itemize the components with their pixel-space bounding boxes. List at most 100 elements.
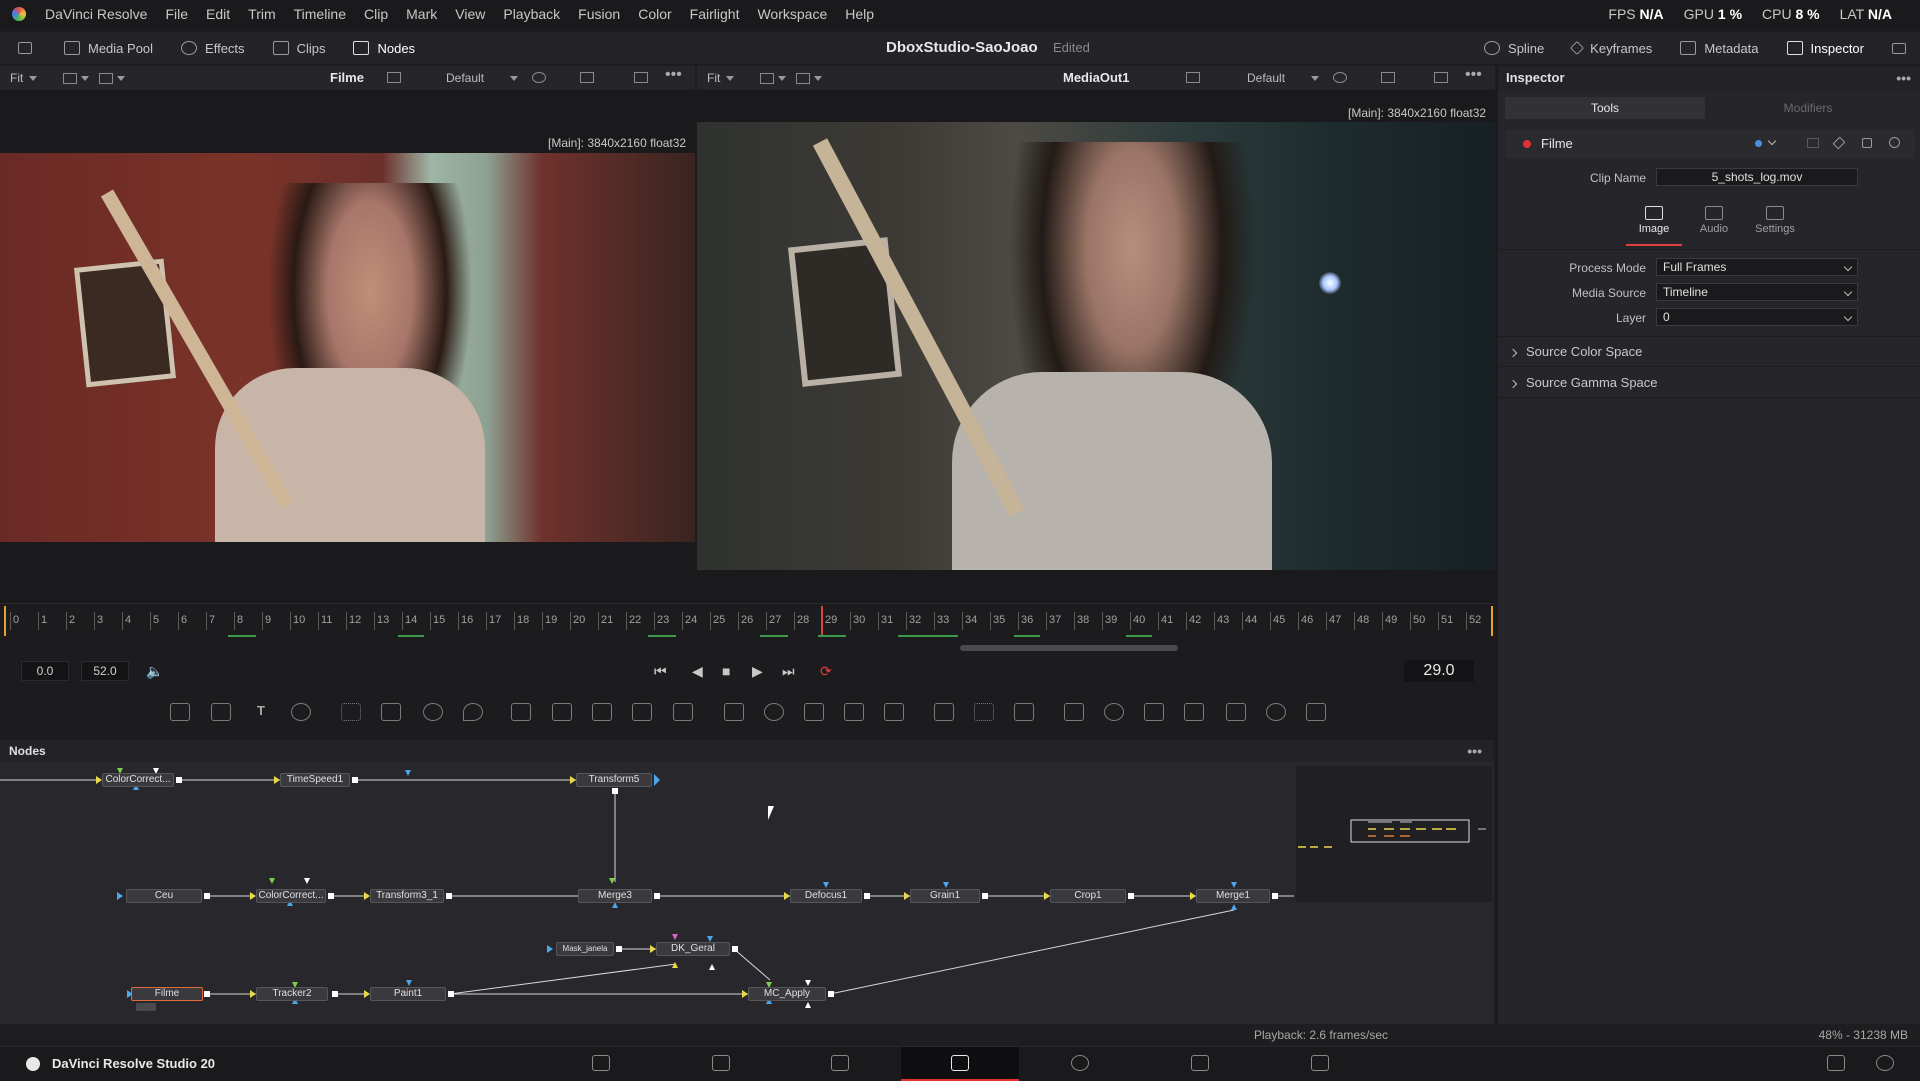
lock-icon[interactable]: [1862, 138, 1872, 148]
render-end-field[interactable]: 52.0: [81, 661, 129, 681]
home-icon[interactable]: [1827, 1055, 1845, 1071]
paint-tool-icon[interactable]: [291, 703, 311, 721]
more-options-icon[interactable]: •••: [1896, 66, 1911, 90]
clip-name-field[interactable]: 5_shots_log.mov: [1656, 168, 1858, 186]
node-tracker2[interactable]: Tracker2: [256, 987, 328, 1001]
node-merge3[interactable]: Merge3: [578, 889, 652, 903]
particles-tool-icon[interactable]: [341, 703, 361, 721]
timeline-ruler[interactable]: 0 1 2 3 4 5 6 7 8 9 10 11 12 13 14 15 16 17 18 19 20 21 22 23 24…: [0, 603, 1494, 639]
inspector-button[interactable]: Inspector: [1773, 32, 1878, 64]
source-color-space-section[interactable]: Source Color Space: [1508, 344, 1642, 359]
tracker-tool-icon[interactable]: [934, 703, 954, 721]
chevron-down-icon[interactable]: [1767, 136, 1777, 146]
roi-icon[interactable]: [1186, 72, 1200, 83]
media-pool-button[interactable]: Media Pool: [50, 32, 167, 64]
layout-toggle-button[interactable]: [0, 32, 50, 64]
safe-frame-icon[interactable]: [634, 72, 648, 83]
view-options-icon[interactable]: [99, 72, 114, 84]
keyframes-button[interactable]: Keyframes: [1558, 32, 1666, 64]
ellipse-mask-icon[interactable]: [764, 703, 784, 721]
settings-gear-icon[interactable]: [1876, 1055, 1894, 1071]
menu-file[interactable]: File: [156, 6, 197, 22]
text3d-tool-icon[interactable]: [1144, 703, 1164, 721]
edit-page-icon[interactable]: [831, 1055, 849, 1071]
image-plane-tool-icon[interactable]: [211, 703, 231, 721]
node-editor[interactable]: ColorCorrect... TimeSpeed1 Transform5 Ce…: [0, 762, 1494, 1024]
menu-color[interactable]: Color: [629, 6, 680, 22]
node-mc-apply[interactable]: MC_Apply: [748, 987, 826, 1001]
menu-workspace[interactable]: Workspace: [748, 6, 836, 22]
color-tool-icon[interactable]: [463, 703, 483, 721]
globe-icon[interactable]: [532, 72, 546, 83]
metadata-button[interactable]: Metadata: [1666, 32, 1772, 64]
more-options-icon[interactable]: •••: [1465, 66, 1482, 84]
left-zoom-select[interactable]: Fit: [0, 71, 47, 85]
effects-button[interactable]: Effects: [167, 32, 259, 64]
right-viewer[interactable]: [Main]: 3840x2160 float32: [697, 90, 1495, 603]
clips-button[interactable]: Clips: [259, 32, 340, 64]
tab-tools[interactable]: Tools: [1505, 97, 1705, 119]
camera3d-tool-icon[interactable]: [1184, 703, 1204, 721]
channel-icon[interactable]: [760, 72, 775, 84]
node-timespeed1[interactable]: TimeSpeed1: [280, 773, 350, 787]
go-to-end-icon[interactable]: ⏭: [782, 663, 795, 680]
nodes-button[interactable]: Nodes: [339, 32, 429, 64]
left-viewer[interactable]: [Main]: 3840x2160 float32: [0, 90, 695, 603]
transform-tool-icon[interactable]: [673, 703, 693, 721]
bspline-mask-icon[interactable]: [844, 703, 864, 721]
node-colorcorrect-top[interactable]: ColorCorrect...: [102, 773, 174, 787]
left-lut-select[interactable]: Default: [446, 71, 519, 85]
gradient-tool-icon[interactable]: [381, 703, 401, 721]
fog3d-tool-icon[interactable]: [1306, 703, 1326, 721]
loop-icon[interactable]: ⟳: [820, 663, 832, 680]
right-lut-select[interactable]: Default: [1247, 71, 1320, 85]
current-frame-field[interactable]: 29.0: [1404, 660, 1474, 682]
play-icon[interactable]: ▶: [752, 663, 763, 680]
node-color-dot[interactable]: [1523, 140, 1531, 148]
timeline-scrollbar[interactable]: [960, 645, 1178, 651]
channel-icon[interactable]: [63, 72, 78, 84]
more-options-icon[interactable]: •••: [1467, 740, 1482, 762]
menu-playback[interactable]: Playback: [494, 6, 569, 22]
stop-icon[interactable]: ■: [722, 663, 730, 679]
node-ceu[interactable]: Ceu: [126, 889, 202, 903]
tab-modifiers[interactable]: Modifiers: [1708, 97, 1908, 119]
node-defocus1[interactable]: Defocus1: [790, 889, 862, 903]
menu-timeline[interactable]: Timeline: [285, 6, 355, 22]
node-grain1[interactable]: Grain1: [910, 889, 980, 903]
renderer3d-tool-icon[interactable]: [1226, 703, 1246, 721]
pin-icon[interactable]: [1832, 136, 1846, 150]
node-transform5[interactable]: Transform5: [576, 773, 652, 787]
settings-subtab[interactable]: Settings: [1745, 206, 1805, 246]
menu-view[interactable]: View: [446, 6, 494, 22]
planar-tracker-icon[interactable]: [974, 703, 994, 721]
color-page-icon[interactable]: [1071, 1055, 1089, 1071]
play-reverse-icon[interactable]: ◀: [692, 663, 703, 680]
saver-tool-icon[interactable]: [552, 703, 572, 721]
node-mask-janela[interactable]: Mask_janela: [556, 942, 614, 956]
fusion-page-tab[interactable]: [901, 1047, 1019, 1081]
version-dot[interactable]: [1755, 140, 1762, 147]
roi-icon[interactable]: [387, 72, 401, 83]
image-subtab[interactable]: Image: [1626, 206, 1682, 246]
disable-icon[interactable]: [1807, 138, 1819, 148]
layer-select[interactable]: 0: [1656, 308, 1858, 326]
cut-page-icon[interactable]: [712, 1055, 730, 1071]
grid-icon[interactable]: [1381, 72, 1395, 83]
node-transform3-1[interactable]: Transform3_1: [370, 889, 444, 903]
render-start-field[interactable]: 0.0: [21, 661, 69, 681]
warp-tool-icon[interactable]: [884, 703, 904, 721]
menu-trim[interactable]: Trim: [239, 6, 284, 22]
node-dk-geral[interactable]: DK_Geral: [656, 942, 730, 956]
node-filme[interactable]: Filme: [131, 987, 203, 1001]
media-source-select[interactable]: Timeline: [1656, 283, 1858, 301]
matte-tool-icon[interactable]: [632, 703, 652, 721]
light-tool-icon[interactable]: [423, 703, 443, 721]
audio-subtab[interactable]: Audio: [1686, 206, 1742, 246]
spline-button[interactable]: Spline: [1470, 32, 1558, 64]
text-tool-icon[interactable]: T: [251, 703, 271, 721]
media-page-icon[interactable]: [592, 1055, 610, 1071]
menu-edit[interactable]: Edit: [197, 6, 239, 22]
node-colorcorrect-mid[interactable]: ColorCorrect...: [256, 889, 326, 903]
source-gamma-space-section[interactable]: Source Gamma Space: [1508, 375, 1658, 390]
